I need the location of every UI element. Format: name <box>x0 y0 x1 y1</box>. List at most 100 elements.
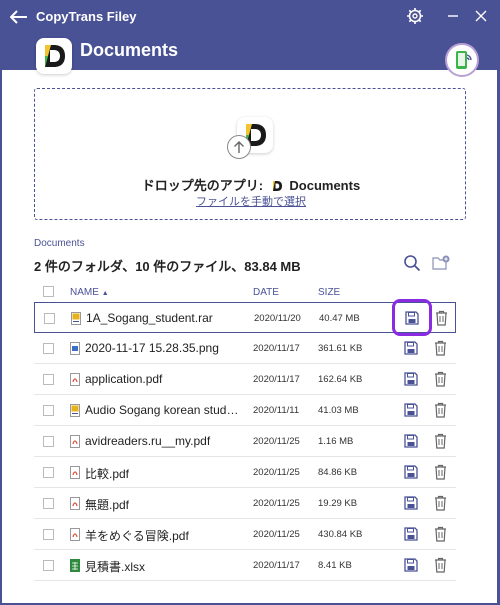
row-checkbox[interactable] <box>43 374 54 385</box>
file-name: avidreaders.ru__my.pdf <box>85 434 211 448</box>
file-size: 40.47 MB <box>319 313 360 324</box>
dropzone-prefix: ドロップ先のアプリ: <box>141 178 264 193</box>
image-file-icon <box>70 342 80 355</box>
table-row[interactable]: 比較.pdf 2020/11/25 84.86 KB <box>34 457 456 488</box>
app-title: Documents <box>80 40 179 60</box>
file-date: 2020/11/25 <box>253 436 300 447</box>
minimize-icon[interactable] <box>445 8 461 24</box>
trash-icon[interactable] <box>434 340 447 356</box>
table-row[interactable]: 見積書.xlsx 2020/11/17 8.41 KB <box>34 550 456 581</box>
sort-ascending-icon: ▲ <box>101 290 109 297</box>
table-row[interactable]: 羊をめぐる冒険.pdf 2020/11/25 430.84 KB <box>34 519 456 550</box>
column-date-header[interactable]: DATE <box>253 287 279 298</box>
table-row[interactable]: Audio Sogang korean studen… 2020/11/11 4… <box>34 395 456 426</box>
save-icon[interactable] <box>404 527 418 541</box>
file-name: Audio Sogang korean studen… <box>85 403 245 417</box>
file-size: 41.03 MB <box>318 405 359 416</box>
close-icon[interactable] <box>473 8 489 24</box>
gear-icon[interactable] <box>406 7 424 25</box>
new-folder-icon[interactable] <box>432 255 450 271</box>
documents-mini-icon <box>272 181 282 191</box>
table-row[interactable]: application.pdf 2020/11/17 162.64 KB <box>34 364 456 395</box>
save-icon[interactable] <box>404 341 418 355</box>
trash-icon[interactable] <box>435 310 448 326</box>
file-size: 1.16 MB <box>318 436 354 447</box>
dropzone-app-name: Documents <box>289 178 361 193</box>
file-size: 430.84 KB <box>318 529 363 540</box>
pdf-file-icon <box>70 497 80 510</box>
save-icon[interactable] <box>404 403 418 417</box>
file-date: 2020/11/17 <box>253 560 300 571</box>
window-title: CopyTrans Filey <box>36 9 137 24</box>
file-date: 2020/11/20 <box>254 313 301 324</box>
spreadsheet-file-icon <box>70 559 80 572</box>
row-checkbox[interactable] <box>43 498 54 509</box>
pdf-file-icon <box>70 528 80 541</box>
documents-d-icon <box>45 45 65 67</box>
file-size: 19.29 KB <box>318 498 358 509</box>
drop-zone[interactable]: ドロップ先のアプリ: Documents ファイルを手動で選択 <box>34 88 466 220</box>
file-size: 8.41 KB <box>318 560 352 571</box>
table-row[interactable]: 2020-11-17 15.28.35.png 2020/11/17 361.6… <box>34 333 456 364</box>
file-name: 羊をめぐる冒険.pdf <box>85 529 189 543</box>
table-header: NAME ▲ DATE SIZE <box>34 282 456 302</box>
trash-icon[interactable] <box>434 464 447 480</box>
trash-icon[interactable] <box>434 495 447 511</box>
save-icon[interactable] <box>404 465 418 479</box>
column-size-header[interactable]: SIZE <box>318 287 340 298</box>
save-icon[interactable] <box>404 558 418 572</box>
row-checkbox[interactable] <box>43 529 54 540</box>
file-name: 2020-11-17 15.28.35.png <box>85 341 219 355</box>
file-size: 84.86 KB <box>318 467 358 478</box>
file-name: 見積書.xlsx <box>85 560 146 574</box>
save-icon[interactable] <box>404 496 418 510</box>
device-connection-button[interactable] <box>445 43 479 77</box>
file-date: 2020/11/25 <box>253 529 300 540</box>
select-files-manually-link[interactable]: ファイルを手動で選択 <box>35 193 467 209</box>
select-all-checkbox[interactable] <box>43 286 54 297</box>
file-name: 無題.pdf <box>85 498 130 512</box>
back-arrow-icon[interactable] <box>10 9 28 25</box>
trash-icon[interactable] <box>434 371 447 387</box>
file-name: 比較.pdf <box>85 467 130 481</box>
file-size: 162.64 KB <box>318 374 363 385</box>
archive-file-icon <box>70 404 80 417</box>
upload-arrow-icon <box>227 135 251 159</box>
file-list: 1A_Sogang_student.rar 2020/11/20 40.47 M… <box>34 302 456 581</box>
file-date: 2020/11/11 <box>253 405 300 416</box>
file-date: 2020/11/17 <box>253 374 300 385</box>
trash-icon[interactable] <box>434 433 447 449</box>
phone-wifi-icon <box>456 51 472 69</box>
save-icon[interactable] <box>404 372 418 386</box>
row-checkbox[interactable] <box>43 436 54 447</box>
trash-icon[interactable] <box>434 402 447 418</box>
table-row[interactable]: 無題.pdf 2020/11/25 19.29 KB <box>34 488 456 519</box>
trash-icon[interactable] <box>434 526 447 542</box>
file-date: 2020/11/25 <box>253 498 300 509</box>
file-size: 361.61 KB <box>318 343 363 354</box>
pdf-file-icon <box>70 373 80 386</box>
row-checkbox[interactable] <box>44 313 55 324</box>
folder-summary: 2 件のフォルダ、10 件のファイル、83.84 MB <box>34 259 301 274</box>
table-row[interactable]: avidreaders.ru__my.pdf 2020/11/25 1.16 M… <box>34 426 456 457</box>
row-checkbox[interactable] <box>43 467 54 478</box>
row-checkbox[interactable] <box>43 560 54 571</box>
file-date: 2020/11/17 <box>253 343 300 354</box>
dropzone-label: ドロップ先のアプリ: Documents <box>35 175 467 194</box>
title-bar: CopyTrans Filey <box>0 0 500 34</box>
documents-app-logo <box>36 38 72 74</box>
trash-icon[interactable] <box>434 557 447 573</box>
file-date: 2020/11/25 <box>253 467 300 478</box>
pdf-file-icon <box>70 435 80 448</box>
file-name: application.pdf <box>85 372 163 386</box>
column-name-header[interactable]: NAME ▲ <box>70 287 109 298</box>
row-checkbox[interactable] <box>43 343 54 354</box>
breadcrumb[interactable]: Documents <box>34 238 85 249</box>
archive-file-icon <box>71 312 81 325</box>
file-name: 1A_Sogang_student.rar <box>86 311 213 325</box>
row-checkbox[interactable] <box>43 405 54 416</box>
save-icon[interactable] <box>404 434 418 448</box>
search-icon[interactable] <box>403 254 421 272</box>
pdf-file-icon <box>70 466 80 479</box>
save-button-highlight <box>392 299 432 336</box>
